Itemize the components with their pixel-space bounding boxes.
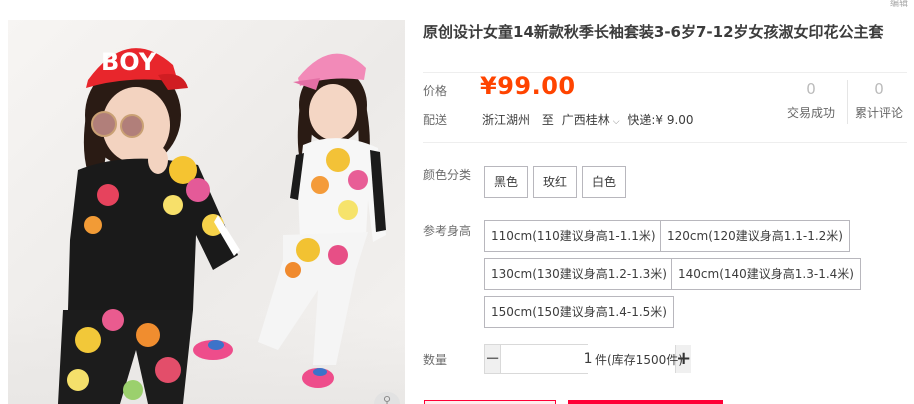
size-label: 参考身高 [423, 224, 472, 238]
product-main-image[interactable]: BOY [8, 20, 405, 404]
size-option-140[interactable]: 140cm(140建议身高1.3-1.4米) [671, 258, 861, 290]
add-to-cart-button[interactable] [568, 400, 723, 404]
cap-logo-text: BOY [101, 48, 157, 76]
quantity-label: 数量 [423, 353, 448, 367]
price-value: ¥99.00 [480, 72, 576, 100]
shipping-from: 浙江湖州 [482, 113, 531, 127]
quantity-stepper[interactable]: − + [484, 344, 692, 374]
shipping-info: 浙江湖州 至 广西桂林 ⌵ 快递:¥ 9.00 [482, 111, 702, 128]
shipping-method: 快递:¥ 9.00 [627, 113, 694, 127]
color-option-black[interactable]: 黑色 [484, 166, 528, 198]
price-label: 价格 [423, 84, 448, 98]
product-photo-illustration: BOY [58, 48, 386, 404]
stock-info: 件(库存1500件) [595, 353, 683, 367]
color-label: 颜色分类 [423, 168, 472, 182]
quantity-decrease-button[interactable]: − [485, 345, 501, 373]
size-option-130[interactable]: 130cm(130建议身高1.2-1.3米) [484, 258, 674, 290]
shipping-to-prefix: 至 [541, 113, 554, 127]
corner-label: 编辑 [889, 0, 908, 9]
shipping-label: 配送 [423, 113, 448, 127]
stat-sales-count: 0 [806, 80, 816, 98]
size-option-150[interactable]: 150cm(150建议身高1.4-1.5米) [484, 296, 674, 328]
size-option-120[interactable]: 120cm(120建议身高1.1-1.2米) [660, 220, 850, 252]
divider [423, 142, 907, 143]
product-title: 原创设计女童14新款秋季长袖套装3-6岁7-12岁女孩淑女印花公主套 [423, 23, 884, 41]
stat-sales-label: 交易成功 [786, 106, 835, 120]
stat-reviews-label: 累计评论 [854, 106, 903, 120]
color-option-white[interactable]: 白色 [582, 166, 626, 198]
size-option-110[interactable]: 110cm(110建议身高1-1.1米) [484, 220, 663, 252]
buy-now-button[interactable] [424, 400, 556, 404]
stat-reviews[interactable]: 0 累计评论 [848, 80, 910, 121]
stat-reviews-count: 0 [874, 80, 884, 98]
color-option-rose-red[interactable]: 玫红 [533, 166, 577, 198]
shipping-destination[interactable]: 广西桂林 [562, 113, 610, 127]
chevron-down-icon[interactable]: ⌵ [613, 117, 620, 127]
stat-sales: 0 交易成功 [780, 80, 842, 121]
